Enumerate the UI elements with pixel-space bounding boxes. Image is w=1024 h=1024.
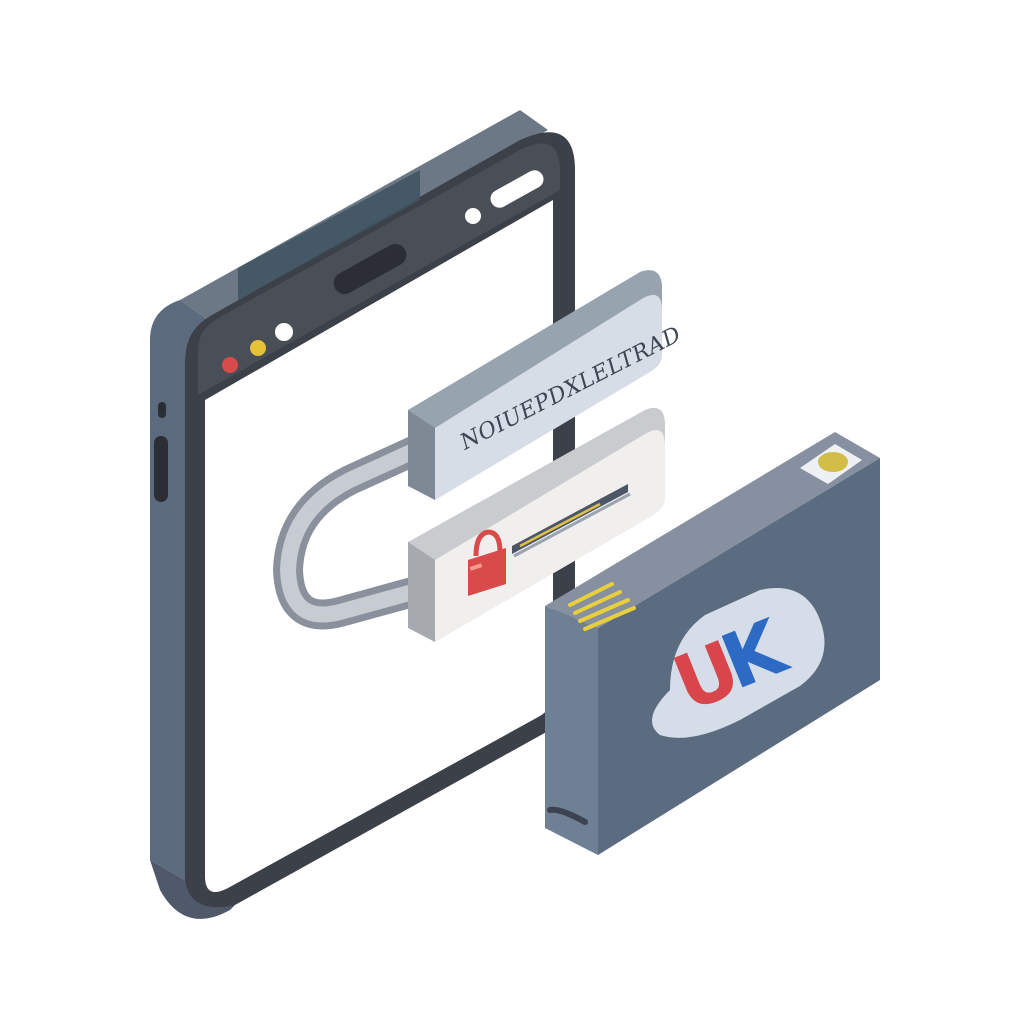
window-dot-red — [222, 357, 238, 373]
camera-dot — [465, 208, 481, 224]
window-dot-yellow — [250, 340, 266, 356]
indicator-light — [818, 452, 848, 472]
isometric-illustration: NOIUEPDXLELTRAD U K — [0, 0, 1024, 1024]
window-dot-white — [275, 323, 293, 341]
side-button-small — [158, 402, 166, 418]
side-button-long — [154, 436, 168, 502]
